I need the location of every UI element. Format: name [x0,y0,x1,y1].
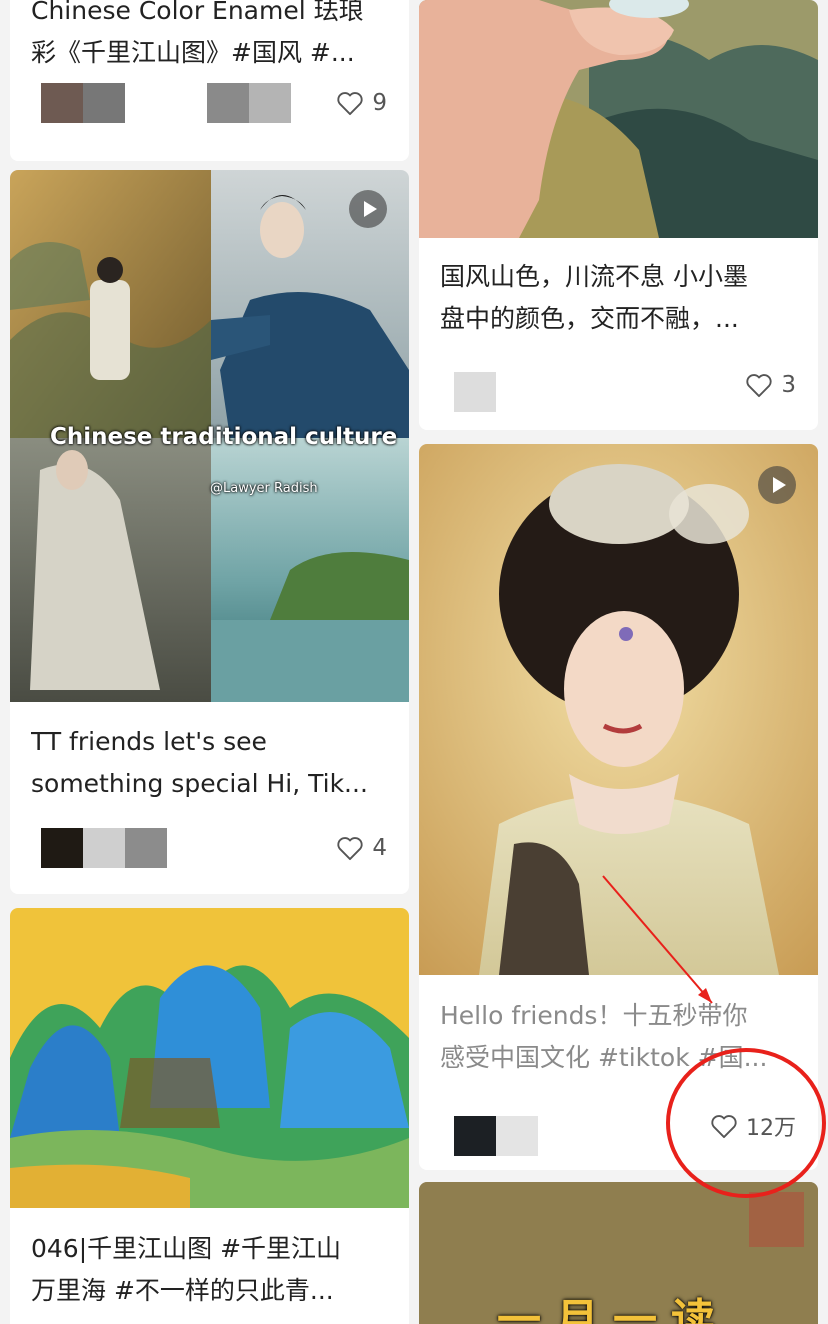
play-icon[interactable] [349,190,387,228]
avatar [125,828,167,868]
like-count[interactable]: 12万 [710,1110,796,1142]
avatar [83,83,125,123]
card-title-line2: 万里海 #不一样的只此青... [31,1276,334,1305]
card-title-line2: 彩《千里江山图》#国风 #... [31,38,355,67]
feed-card[interactable]: 国风山色，川流不息 小小墨 盘中的颜色，交而不融，... 3 [419,0,818,430]
card-title-line1: Chinese Color Enamel 珐琅 [31,0,364,25]
card-title-line2: 盘中的颜色，交而不融，... [440,304,739,333]
avatar [41,83,83,123]
heart-outline-icon [337,92,363,116]
avatar-group [41,828,167,868]
card-thumbnail[interactable] [419,444,818,975]
like-count-value: 12万 [746,1116,796,1141]
heart-outline-icon [337,837,363,861]
thumbnail-image [419,0,818,238]
feed-card[interactable]: 一月一读 [419,1182,818,1324]
avatar-group [41,83,291,123]
avatar [41,828,83,868]
thumbnail-handle: @Lawyer Radish [210,481,318,496]
avatar [207,83,249,123]
like-count[interactable]: 3 [745,372,796,398]
card-title-line1: TT friends let's see [31,727,267,756]
avatar-spacer [125,83,207,123]
avatar [454,372,496,412]
avatar-group [454,372,496,412]
avatar [249,83,291,123]
like-count[interactable]: 4 [336,835,387,861]
card-title-line1: 046|千里江山图 #千里江山 [31,1234,342,1263]
avatar [454,1116,496,1156]
feed-card[interactable]: Chinese traditional culture @Lawyer Radi… [10,170,409,894]
thumbnail-caption: Chinese traditional culture [50,424,398,450]
feed-card[interactable]: Hello friends！十五秒带你 感受中国文化 #tiktok #国...… [419,444,818,1170]
like-count-value: 3 [781,372,796,398]
like-count-value: 4 [372,835,387,861]
like-count[interactable]: 9 [336,90,387,116]
feed-card[interactable]: Chinese Color Enamel 珐琅 彩《千里江山图》#国风 #...… [10,0,409,161]
card-thumbnail[interactable]: Chinese traditional culture @Lawyer Radi… [10,170,409,702]
card-thumbnail[interactable]: 一月一读 [419,1182,818,1324]
avatar-group [454,1116,538,1156]
thumbnail-image [419,444,818,975]
card-title-line1: Hello friends！十五秒带你 [440,1001,748,1030]
thumbnail-image [10,908,409,1208]
card-title-line1: 国风山色，川流不息 小小墨 [440,262,748,291]
banner-text: 一月一读 [497,1295,729,1324]
heart-outline-icon [746,374,772,398]
heart-outline-icon [711,1115,737,1139]
card-thumbnail[interactable] [10,908,409,1208]
card-title-line2: 感受中国文化 #tiktok #国... [440,1043,768,1072]
card-thumbnail[interactable] [419,0,818,238]
avatar [496,1116,538,1156]
play-icon[interactable] [758,466,796,504]
like-count-value: 9 [372,90,387,116]
avatar [83,828,125,868]
feed-card[interactable]: 046|千里江山图 #千里江山 万里海 #不一样的只此青... [10,908,409,1324]
card-title-line2: something special Hi, Tik... [31,769,368,798]
